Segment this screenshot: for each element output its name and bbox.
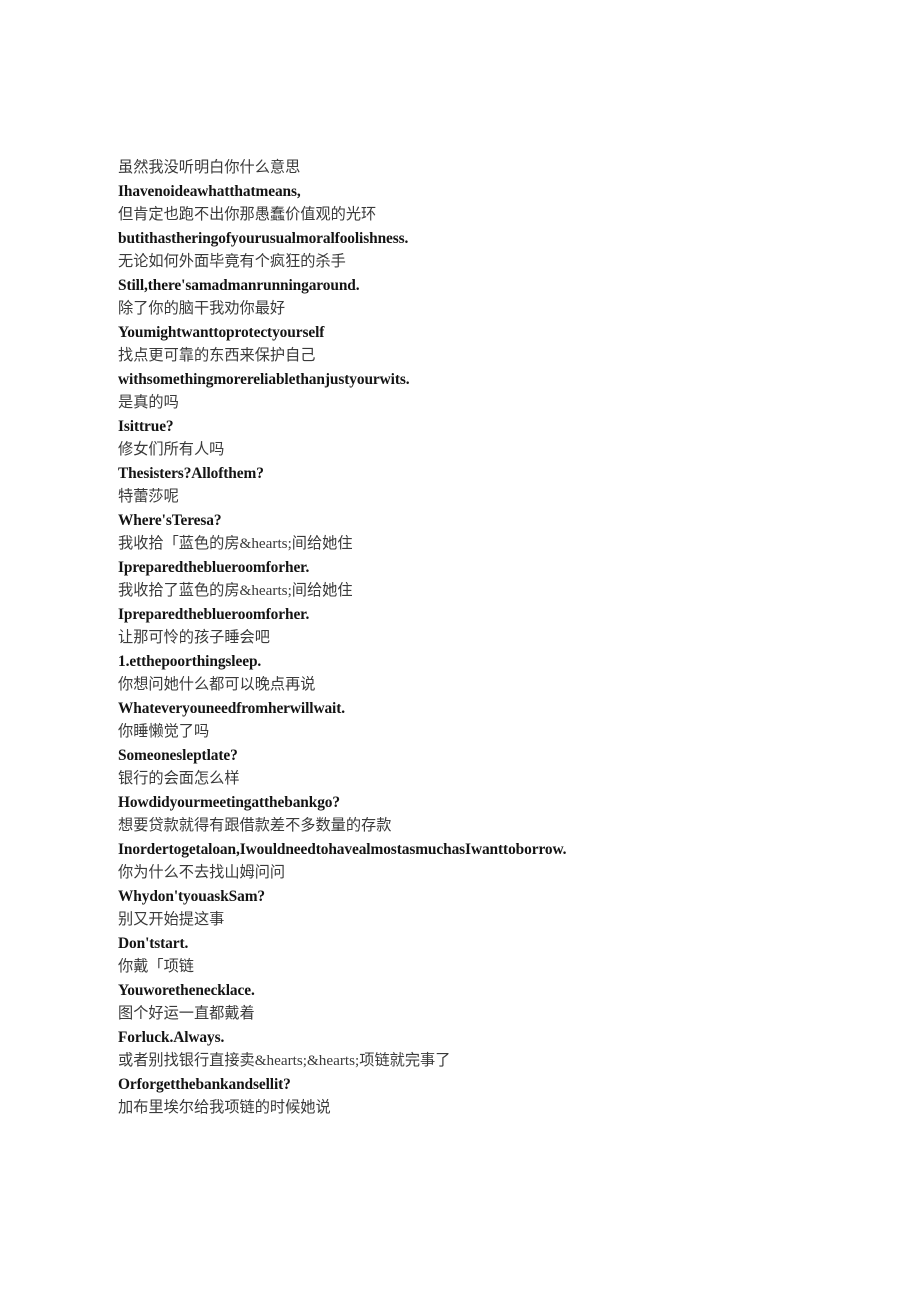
subtitle-line-zh: 特蕾莎呢 xyxy=(118,488,179,505)
subtitle-line-zh: 但肯定也跑不出你那愚蠢价值观的光环 xyxy=(118,206,377,223)
subtitle-line-zh: 我收拾「蓝色的房&hearts;间给她住 xyxy=(118,535,353,552)
subtitle-line-zh: 你戴「项链 xyxy=(118,958,194,975)
subtitle-line-en: withsomethingmorereliablethanjustyourwit… xyxy=(118,370,410,388)
document-page: 虽然我没听明白你什么意思 Ihavenoideawhatthatmeans, 但肯定… xyxy=(0,0,920,1301)
subtitle-line-en: Where'sTeresa? xyxy=(118,511,222,529)
transcript-body: 虽然我没听明白你什么意思 Ihavenoideawhatthatmeans, 但肯定… xyxy=(118,156,878,1120)
subtitle-line-en: Whateveryouneedfromherwillwait. xyxy=(118,699,346,717)
subtitle-line-en: Howdidyourmeetingatthebankgo? xyxy=(118,793,340,811)
subtitle-line-zh: 是真的吗 xyxy=(118,394,179,411)
subtitle-line-en: 1.etthepoorthingsleep. xyxy=(118,652,262,670)
subtitle-line-zh: 银行的会面怎么样 xyxy=(118,770,240,787)
subtitle-line-zh: 别又开始提这事 xyxy=(118,911,225,928)
subtitle-line-en: Youworethenecklace. xyxy=(118,981,255,999)
subtitle-line-en: Youmightwanttoprotectyourself xyxy=(118,323,325,341)
subtitle-line-zh: 除了你的脑干我劝你最好 xyxy=(118,300,286,317)
subtitle-line-en: Ipreparedtheblueroomforher. xyxy=(118,605,310,623)
subtitle-line-zh: 你想问她什么都可以晚点再说 xyxy=(118,676,316,693)
subtitle-line-en: Someonesleptlate? xyxy=(118,746,238,764)
subtitle-line-en: Inordertogetaloan,Iwouldneedtohavealmost… xyxy=(118,840,567,858)
subtitle-line-zh: 我收拾了蓝色的房&hearts;间给她住 xyxy=(118,582,353,599)
subtitle-line-en: Ipreparedtheblueroomforher. xyxy=(118,558,310,576)
subtitle-line-en: Ihavenoideawhatthatmeans, xyxy=(118,182,301,200)
subtitle-line-en: Orforgetthebankandsellit? xyxy=(118,1075,291,1093)
subtitle-line-en: Isittrue? xyxy=(118,417,174,435)
subtitle-line-en: Don'tstart. xyxy=(118,934,189,952)
subtitle-line-zh: 无论如何外面毕竟有个疯狂的杀手 xyxy=(118,253,346,270)
subtitle-line-en: butithastheringofyourusualmoralfoolishne… xyxy=(118,229,409,247)
subtitle-line-zh: 修女们所有人吗 xyxy=(118,441,225,458)
subtitle-line-zh: 你为什么不去找山姆问问 xyxy=(118,864,286,881)
subtitle-line-en: Whydon'tyouaskSam? xyxy=(118,887,266,905)
subtitle-line-zh: 或者别找银行直接卖&hearts;&hearts;项链就完事了 xyxy=(118,1052,451,1069)
subtitle-line-zh: 让那可怜的孩子睡会吧 xyxy=(118,629,270,646)
subtitle-line-zh: 图个好运一直都戴着 xyxy=(118,1005,255,1022)
subtitle-line-zh: 想要贷款就得有跟借款差不多数量的存款 xyxy=(118,817,392,834)
subtitle-line-zh: 你睡懒觉了吗 xyxy=(118,723,210,740)
subtitle-line-zh: 加布里埃尔给我项链的时候她说 xyxy=(118,1099,331,1116)
subtitle-line-en: Forluck.Always. xyxy=(118,1028,225,1046)
subtitle-line-zh: 虽然我没听明白你什么意思 xyxy=(118,159,301,176)
subtitle-line-zh: 找点更可靠的东西来保护自己 xyxy=(118,347,316,364)
subtitle-line-en: Thesisters?Allofthem? xyxy=(118,464,264,482)
subtitle-line-en: Still,there'samadmanrunningaround. xyxy=(118,276,360,294)
